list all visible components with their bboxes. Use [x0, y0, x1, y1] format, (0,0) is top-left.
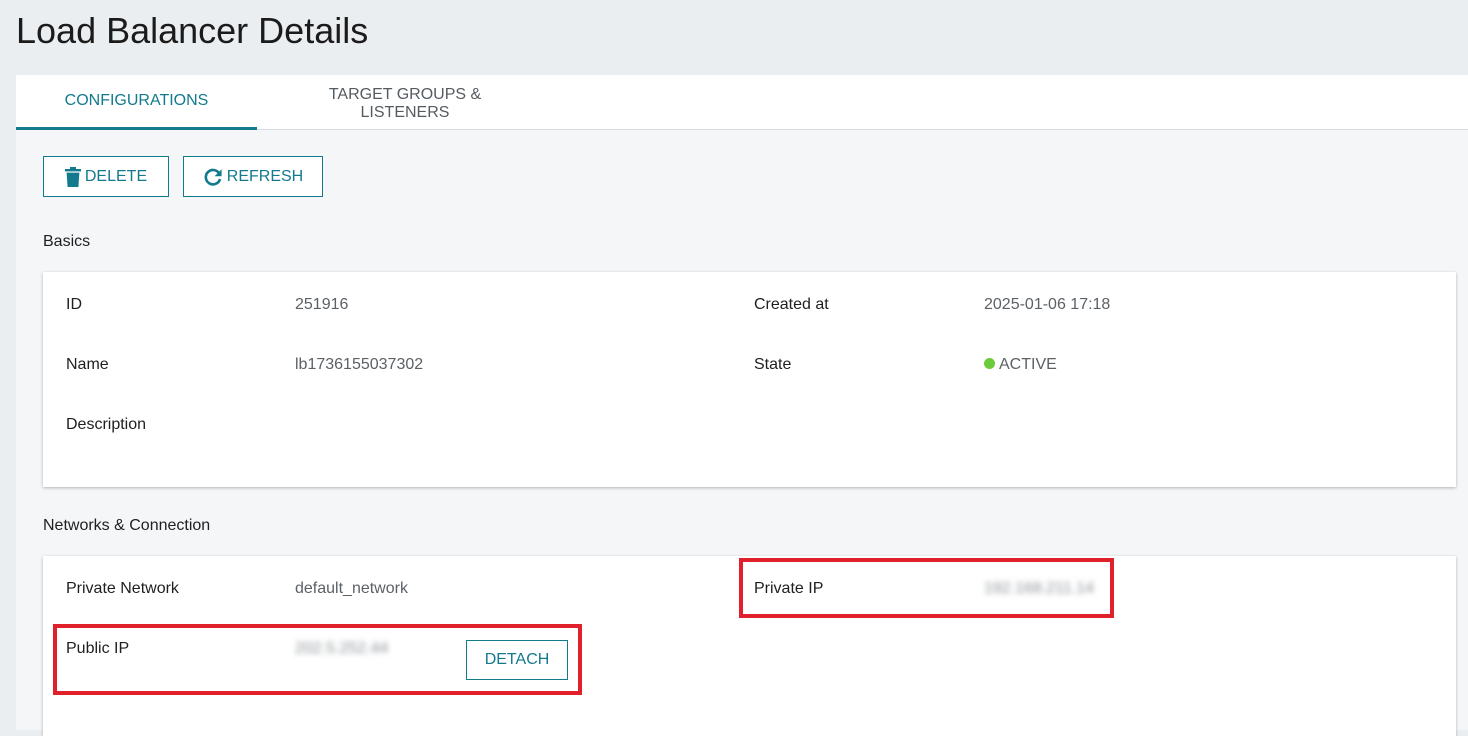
basics-section-title: Basics	[43, 233, 91, 250]
tab-configurations[interactable]: CONFIGURATIONS	[16, 75, 257, 130]
trash-icon	[64, 166, 81, 187]
name-label: Name	[66, 356, 109, 373]
details-panel: CONFIGURATIONS TARGET GROUPS & LISTENERS…	[16, 75, 1468, 736]
id-value: 251916	[295, 296, 349, 313]
private-ip-value: 192.168.211.14	[984, 580, 1095, 597]
private-network-value: default_network	[295, 580, 408, 597]
networks-card: Private Network default_network Private …	[43, 556, 1456, 736]
state-label: State	[754, 356, 792, 373]
refresh-button-label: REFRESH	[226, 167, 304, 185]
created-at-value: 2025-01-06 17:18	[984, 296, 1111, 313]
basics-card: ID 251916 Created at 2025-01-06 17:18 Na…	[43, 272, 1456, 487]
id-label: ID	[66, 296, 82, 313]
refresh-icon	[203, 167, 223, 187]
created-at-label: Created at	[754, 296, 829, 313]
networks-section-title: Networks & Connection	[43, 517, 211, 534]
private-ip-label: Private IP	[754, 580, 824, 597]
status-dot-icon	[984, 358, 995, 369]
page-title: Load Balancer Details	[16, 10, 369, 51]
tab-target-groups-listeners[interactable]: TARGET GROUPS & LISTENERS	[274, 75, 536, 130]
delete-button[interactable]: DELETE	[43, 156, 169, 197]
public-ip-label: Public IP	[66, 640, 130, 657]
state-text: ACTIVE	[999, 356, 1057, 373]
public-ip-value: 202.5.252.44	[295, 640, 389, 657]
detach-button[interactable]: DETACH	[466, 640, 568, 680]
tab-bar: CONFIGURATIONS TARGET GROUPS & LISTENERS	[16, 75, 1468, 130]
state-value: ACTIVE	[984, 356, 1057, 374]
private-network-label: Private Network	[66, 580, 179, 597]
refresh-button[interactable]: REFRESH	[183, 156, 323, 197]
description-label: Description	[66, 416, 147, 433]
delete-button-label: DELETE	[84, 167, 148, 185]
name-value: lb1736155037302	[295, 356, 424, 373]
